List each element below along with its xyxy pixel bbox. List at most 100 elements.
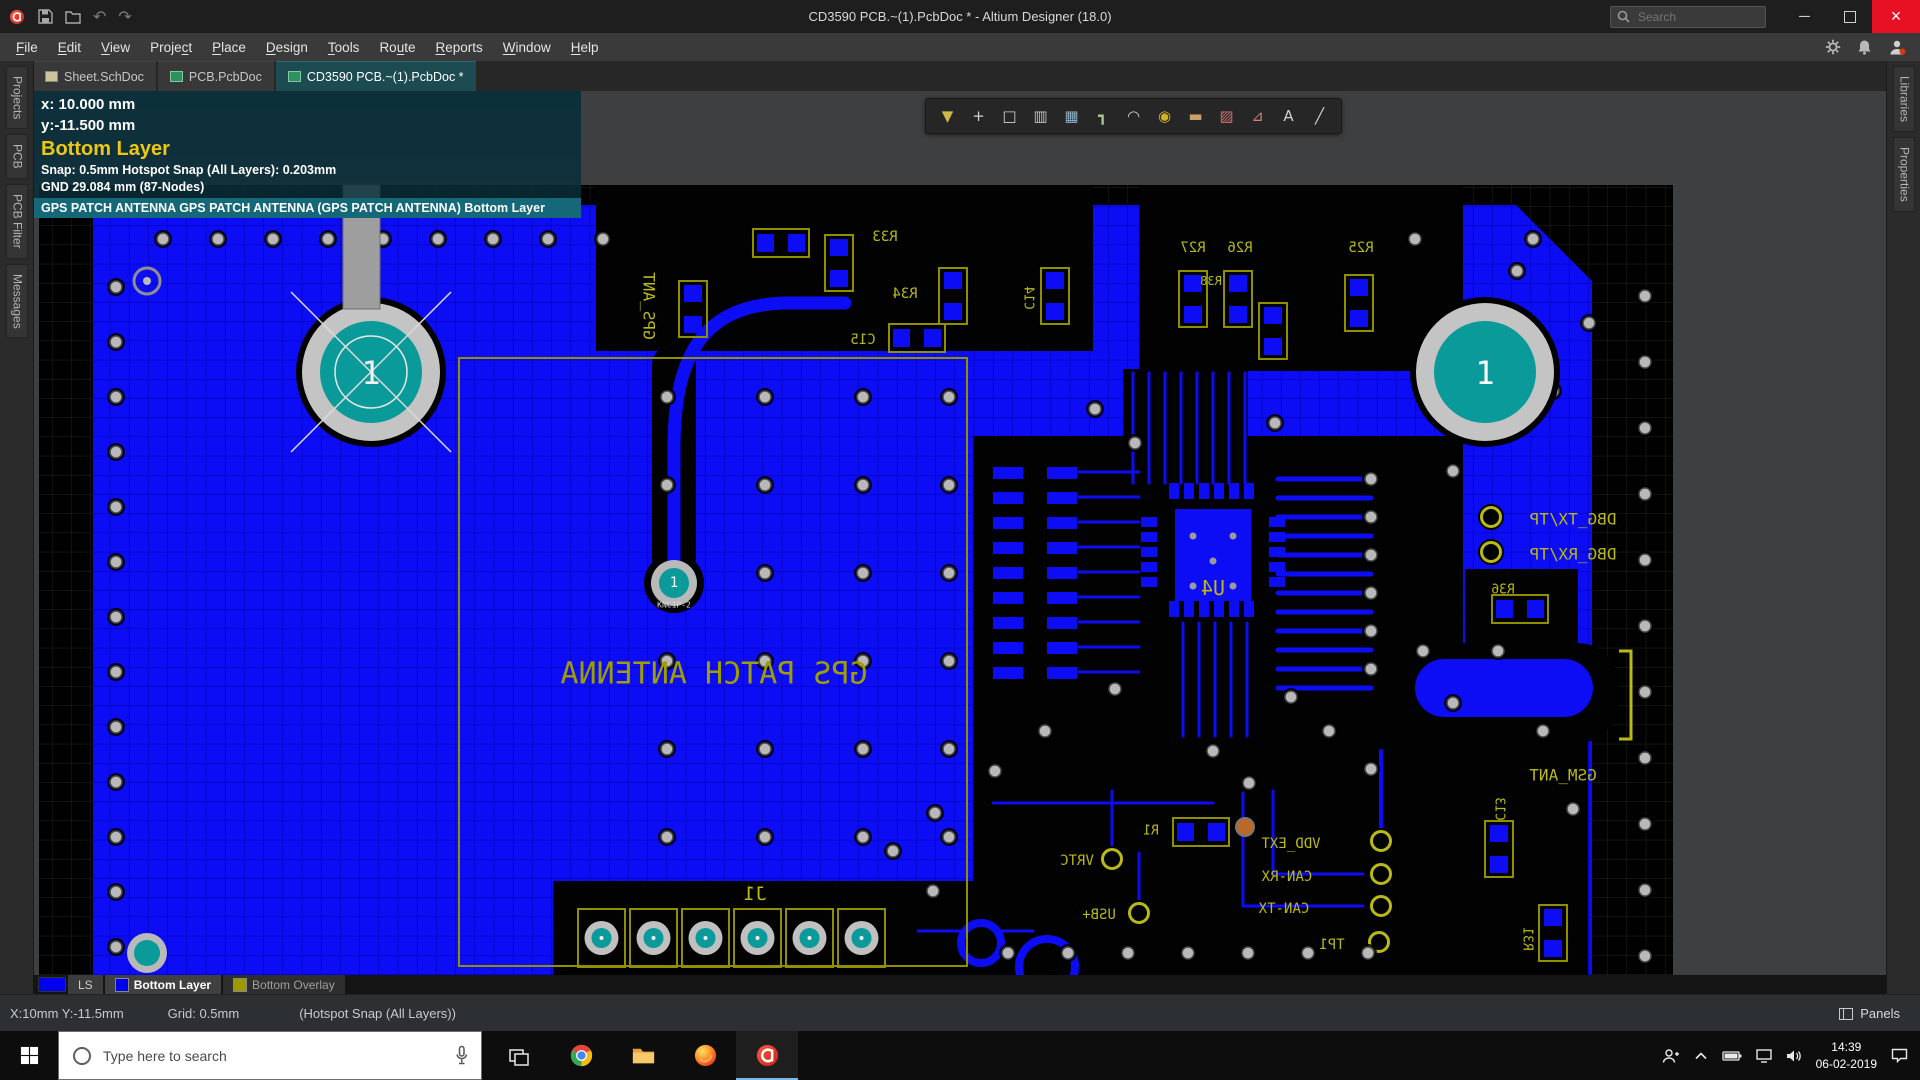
pcb-label-1-26[interactable]: 1 <box>1475 354 1494 392</box>
pcb-label-j1-3[interactable]: J1 <box>744 883 767 905</box>
panel-tab-pcb[interactable]: PCB <box>6 134 28 179</box>
layer-tab-bottom-layer[interactable]: Bottom Layer <box>105 975 221 994</box>
start-button[interactable] <box>0 1031 58 1080</box>
pad-array-icon[interactable]: ▥ <box>1025 102 1056 130</box>
panel-tab-projects[interactable]: Projects <box>6 66 28 129</box>
menu-item-edit[interactable]: Edit <box>48 35 91 60</box>
action-center-icon[interactable] <box>1891 1048 1908 1063</box>
chrome-icon[interactable] <box>550 1031 612 1080</box>
pcb-label-c13-23[interactable]: C13 <box>1492 797 1507 820</box>
altium-designer-icon[interactable] <box>736 1031 798 1080</box>
pcb-label-r1-22[interactable]: R1 <box>1143 824 1159 839</box>
selection-box-icon[interactable]: □ <box>994 102 1025 130</box>
notifications-bell-icon[interactable] <box>1857 39 1872 55</box>
pcb-label-vrtc-16[interactable]: VRTC <box>1060 853 1094 869</box>
pcb-label-tp1-21[interactable]: TP1 <box>1319 937 1344 953</box>
search-input[interactable] <box>1636 9 1740 25</box>
doc-tab-2[interactable]: PCB.PcbDoc <box>158 61 274 91</box>
pcb-label-vdd-ext-18[interactable]: VDD_EXT <box>1261 836 1321 852</box>
people-icon[interactable] <box>1662 1048 1680 1064</box>
menu-item-file[interactable]: File <box>6 35 48 60</box>
menu-item-project[interactable]: Project <box>140 35 202 60</box>
undo-icon[interactable]: ↶ <box>93 9 106 25</box>
panel-tab-properties[interactable]: Properties <box>1893 137 1915 212</box>
pcb-label-1-25[interactable]: 1 <box>361 354 380 392</box>
pcb-label-knc1p-2-28[interactable]: KNC1P-2 <box>657 601 691 610</box>
panel-tab-messages[interactable]: Messages <box>6 264 28 339</box>
pcb-label-usb--17[interactable]: USB+ <box>1082 907 1116 923</box>
pcb-label-r27-8[interactable]: R27 <box>1180 240 1205 256</box>
firefox-icon[interactable] <box>674 1031 736 1080</box>
battery-icon[interactable] <box>1722 1050 1742 1062</box>
route-icon[interactable]: ┓ <box>1087 102 1118 130</box>
layer-label: Bottom Layer <box>134 978 211 992</box>
via-icon[interactable]: ◉ <box>1149 102 1180 130</box>
pcb-label-can-tx-20[interactable]: CAN-TX <box>1258 901 1309 917</box>
pcb-label-can-rx-19[interactable]: CAN-RX <box>1261 869 1312 885</box>
tray-chevron-up-icon[interactable] <box>1694 1051 1708 1061</box>
microphone-icon[interactable] <box>454 1045 469 1066</box>
menu-item-place[interactable]: Place <box>202 35 256 60</box>
pcb-label-r34-5[interactable]: R34 <box>892 286 917 302</box>
taskbar-clock[interactable]: 14:39 06-02-2019 <box>1816 1039 1877 1071</box>
select-filter-icon[interactable]: ▼ <box>932 102 963 130</box>
menu-item-tools[interactable]: Tools <box>318 35 370 60</box>
snap-crosshair-icon[interactable]: + <box>963 102 994 130</box>
windows-taskbar: Type here to search 14:39 <box>0 1031 1920 1080</box>
pcb-label-c15-6[interactable]: C15 <box>850 332 875 348</box>
layer-set-tab[interactable]: LS <box>68 975 103 994</box>
arc-icon[interactable]: ◠ <box>1118 102 1149 130</box>
panels-button[interactable]: Panels <box>1829 1002 1910 1025</box>
minimize-button[interactable]: ─ <box>1782 0 1827 33</box>
pcb-drawing[interactable]: GPS PATCH ANTENNA GPS_ANT U4 J1 R33 R34 C15 C14… <box>33 91 1887 975</box>
polygon-pour-icon[interactable]: ▦ <box>1056 102 1087 130</box>
close-button[interactable]: × <box>1872 0 1920 33</box>
pcb-label-dbg-tx-tp-12[interactable]: DBG_TX/TP <box>1530 510 1617 529</box>
pcb-label-r33-4[interactable]: R33 <box>872 229 897 245</box>
pcb-label-r26-9[interactable]: R26 <box>1227 240 1252 256</box>
layer-tab-bottom-overlay[interactable]: Bottom Overlay <box>223 975 345 994</box>
display-network-icon[interactable] <box>1756 1049 1772 1063</box>
menu-item-help[interactable]: Help <box>561 35 609 60</box>
line-icon[interactable]: ╱ <box>1304 102 1335 130</box>
pcb-label-gps-patch-antenna-0[interactable]: GPS PATCH ANTENNA <box>560 657 867 692</box>
pcb-label-dbg-rx-tp-13[interactable]: DBG_RX/TP <box>1530 545 1617 564</box>
text-icon[interactable]: A <box>1273 102 1304 130</box>
save-icon[interactable] <box>38 9 53 24</box>
pcb-label-r38-10[interactable]: R38 <box>1200 274 1222 288</box>
menu-item-view[interactable]: View <box>91 35 140 60</box>
titlebar-search[interactable] <box>1610 6 1766 28</box>
pcb-label-r36-14[interactable]: R36 <box>1491 583 1514 598</box>
doc-tab-3[interactable]: CD3590 PCB.~(1).PcbDoc * <box>276 61 476 91</box>
fitted-via[interactable] <box>1236 818 1254 836</box>
task-view-icon[interactable] <box>488 1031 550 1080</box>
settings-gear-icon[interactable] <box>1825 39 1841 55</box>
pcb-canvas[interactable]: GPS PATCH ANTENNA GPS_ANT U4 J1 R33 R34 C15 C14… <box>33 91 1887 975</box>
measure-icon[interactable]: ⊿ <box>1242 102 1273 130</box>
file-explorer-icon[interactable] <box>612 1031 674 1080</box>
maximize-button[interactable] <box>1827 0 1872 33</box>
pcb-label-u4-2[interactable]: U4 <box>1201 576 1225 600</box>
pcb-label-c14-7[interactable]: C14 <box>1021 286 1036 310</box>
speaker-icon[interactable] <box>1786 1049 1802 1063</box>
menu-item-design[interactable]: Design <box>256 35 318 60</box>
pcb-label-r31-24[interactable]: R31 <box>1520 927 1535 950</box>
pcb-label-1-27[interactable]: 1 <box>670 575 678 591</box>
menu-bar: FileEditViewProjectPlaceDesignToolsRoute… <box>0 33 1920 61</box>
pad-icon[interactable]: ▬ <box>1180 102 1211 130</box>
menu-item-window[interactable]: Window <box>493 35 561 60</box>
keepout-icon[interactable]: ▨ <box>1211 102 1242 130</box>
panel-tab-pcb-filter[interactable]: PCB Filter <box>6 184 28 259</box>
menu-item-route[interactable]: Route <box>369 35 425 60</box>
open-document-icon[interactable] <box>65 10 81 24</box>
menu-item-reports[interactable]: Reports <box>425 35 492 60</box>
user-account-icon[interactable] <box>1888 38 1906 56</box>
panel-tab-libraries[interactable]: Libraries <box>1893 66 1915 132</box>
pcb-label-gsm-ant-15[interactable]: GSM_ANT <box>1529 766 1597 785</box>
taskbar-search[interactable]: Type here to search <box>58 1031 482 1080</box>
sch-document-icon <box>45 71 58 82</box>
redo-icon[interactable]: ↷ <box>118 9 131 25</box>
pcb-label-r25-11[interactable]: R25 <box>1348 240 1373 256</box>
pcb-label-gps-ant-1[interactable]: GPS_ANT <box>640 272 659 340</box>
doc-tab-1[interactable]: Sheet.SchDoc <box>33 61 156 91</box>
